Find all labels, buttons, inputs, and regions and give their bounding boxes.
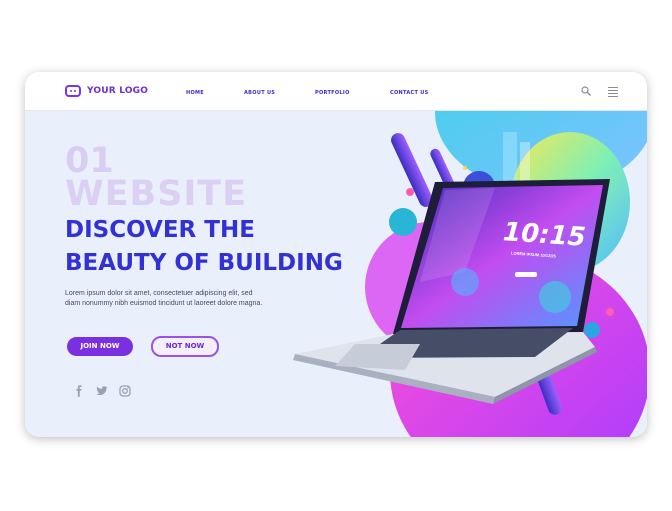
twitter-icon[interactable]	[96, 385, 108, 397]
body-line-2: diam nonummy nibh euismod tincidunt ut l…	[65, 300, 263, 307]
nav-about-us[interactable]: ABOUT US	[244, 90, 275, 96]
nav-portfolio[interactable]: PORTFOLIO	[315, 90, 350, 96]
logo-text: YOUR LOGO	[87, 86, 149, 96]
top-navigation-bar: YOUR LOGO HOME ABOUT US PORTFOLIO CONTAC…	[25, 72, 647, 111]
nav-home[interactable]: HOME	[186, 90, 204, 96]
facebook-icon[interactable]	[73, 385, 85, 397]
headline-line-1: DISCOVER THE	[65, 217, 255, 243]
nav-contact-us[interactable]: CONTACT US	[390, 90, 428, 96]
headline-line-2: BEAUTY OF BUILDING	[65, 250, 343, 276]
hero-headline: DISCOVER THE BEAUTY OF BUILDING	[65, 214, 343, 280]
not-now-button[interactable]: NOT NOW	[151, 336, 219, 357]
body-line-1: Lorem ipsum dolor sit amet, consectetuer…	[65, 290, 253, 297]
join-now-button[interactable]: JOIN NOW	[67, 337, 133, 356]
search-icon[interactable]	[581, 86, 591, 96]
laptop-clock: 10:15	[502, 217, 587, 253]
hero-body-text: Lorem ipsum dolor sit amet, consectetuer…	[65, 289, 305, 309]
landing-card: YOUR LOGO HOME ABOUT US PORTFOLIO CONTAC…	[25, 72, 647, 437]
logo-icon	[65, 85, 81, 97]
instagram-icon[interactable]	[119, 385, 131, 397]
ghost-heading: WEBSITE	[65, 174, 248, 214]
hamburger-menu-icon[interactable]	[608, 87, 618, 99]
logo[interactable]: YOUR LOGO	[65, 85, 148, 97]
